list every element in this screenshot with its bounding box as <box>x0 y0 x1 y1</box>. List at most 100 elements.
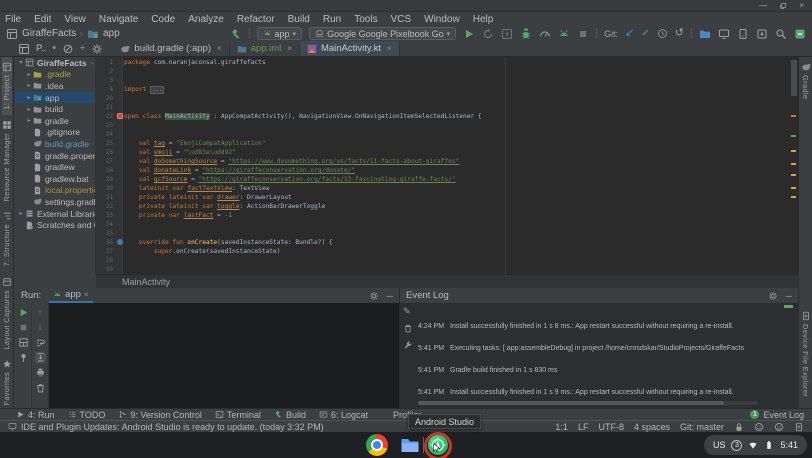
clear-icon[interactable] <box>35 382 46 393</box>
toolwindow-terminal[interactable]: Terminal <box>215 410 261 420</box>
close-icon[interactable]: × <box>799 2 804 10</box>
toolwindow-6-logcat[interactable]: 6: Logcat <box>319 410 368 420</box>
stripe-item-device-file-explorer[interactable]: Device File Explorer <box>801 306 811 402</box>
hammer-icon[interactable] <box>230 28 242 40</box>
close-icon[interactable]: × <box>287 44 292 53</box>
lock-icon[interactable] <box>734 422 744 432</box>
menu-vcs[interactable]: VCS <box>391 14 412 25</box>
pin-icon[interactable] <box>18 352 29 363</box>
event-log-entry[interactable]: 5:41 PM Gradle build finished in 1 s 830… <box>418 359 785 381</box>
minimize-icon[interactable]: — <box>759 2 767 10</box>
soft-wrap-icon[interactable] <box>35 337 46 348</box>
menu-code[interactable]: Code <box>151 14 175 25</box>
play-icon[interactable] <box>463 28 475 40</box>
rollback-icon[interactable]: ↺ <box>675 28 684 39</box>
menu-edit[interactable]: Edit <box>34 14 51 25</box>
gauge-icon[interactable] <box>539 28 551 40</box>
wrench-icon[interactable] <box>403 340 413 350</box>
monitor-icon[interactable] <box>718 28 730 40</box>
tab-app-iml[interactable]: app.iml × <box>230 41 300 56</box>
menu-run[interactable]: Run <box>323 14 341 25</box>
down-icon[interactable]: ↓ <box>35 322 46 333</box>
gear-icon[interactable] <box>768 291 778 301</box>
stop-icon[interactable] <box>18 322 29 333</box>
gear-icon[interactable] <box>91 43 103 55</box>
tree-item-scratches-and-consoles[interactable]: Scratches and Consoles <box>15 219 95 231</box>
code-editor[interactable]: 1package com.naranjaconsal.giraffefacts2… <box>96 57 798 274</box>
mark-read-icon[interactable]: ✎ <box>403 307 413 316</box>
tree-item-app[interactable]: ▸ app <box>15 92 95 104</box>
box-down-icon[interactable] <box>756 28 768 40</box>
stripe-item-1-project[interactable]: 1: Project <box>2 57 12 115</box>
status-segment[interactable]: LF <box>578 422 589 432</box>
tree-item-settings-gradle[interactable]: settings.gradle <box>15 196 95 208</box>
class-gutter-icon[interactable] <box>117 113 123 119</box>
up-icon[interactable]: ↑ <box>35 307 46 318</box>
bolt-dim-icon[interactable] <box>501 28 513 40</box>
project-view-selector[interactable]: P.. <box>36 43 46 54</box>
print-icon[interactable] <box>35 367 46 378</box>
project-view-icon[interactable] <box>18 43 30 55</box>
status-segment[interactable]: Git: master <box>680 422 724 432</box>
event-log-entry[interactable]: 5:41 PM Install successfully finished in… <box>418 381 785 403</box>
status-segment[interactable]: UTF-8 <box>598 422 624 432</box>
keyboard-layout[interactable]: US <box>713 440 726 450</box>
attach-debugger-icon[interactable] <box>558 28 570 40</box>
run-console-output[interactable] <box>49 303 399 408</box>
status-segment[interactable]: 4 spaces <box>634 422 670 432</box>
files-icon[interactable] <box>399 434 421 456</box>
scroll-to-end-icon[interactable] <box>35 352 46 363</box>
commit-icon[interactable]: ✓ <box>641 29 649 39</box>
stripe-item-resource-manager[interactable]: Resource Manager <box>2 115 12 207</box>
menu-view[interactable]: View <box>64 14 86 25</box>
gear-icon[interactable] <box>369 291 379 301</box>
toolwindow-build[interactable]: Build <box>274 410 306 420</box>
smiley-icon[interactable] <box>754 422 764 432</box>
tree-item-giraffefacts[interactable]: ▾ GiraffeFacts ~/S <box>15 57 95 69</box>
scrollbar-thumb[interactable] <box>791 60 797 96</box>
tree-item-gradle[interactable]: ▸ gradle <box>15 115 95 127</box>
editor-breadcrumb[interactable]: MainActivity <box>96 274 798 288</box>
tree-item-build-gradle[interactable]: build.gradle <box>15 138 95 150</box>
tree-item--idea[interactable]: ▸ .idea <box>15 80 95 92</box>
status-message[interactable]: IDE and Plugin Updates: Android Studio i… <box>8 422 324 432</box>
tree-item-gradle-properties[interactable]: gradle.properties <box>15 150 95 162</box>
override-gutter-icon[interactable] <box>117 239 123 245</box>
smiley-icon[interactable] <box>774 422 784 432</box>
device-selector[interactable]: Google Google Pixelbook Go▾ <box>309 27 456 40</box>
device-icon[interactable] <box>794 422 804 432</box>
menu-navigate[interactable]: Navigate <box>99 14 138 25</box>
horizontal-scrollbar[interactable] <box>418 401 758 405</box>
hide-icon[interactable] <box>62 43 74 55</box>
tree-item-gradlew[interactable]: gradlew <box>15 161 95 173</box>
rerun-icon[interactable] <box>18 307 29 318</box>
notif-box-icon[interactable] <box>794 28 806 40</box>
breadcrumb-project[interactable]: GiraffeFacts <box>22 28 76 39</box>
collapse-icon[interactable]: ÷ <box>80 44 86 54</box>
breadcrumb-module[interactable]: app <box>103 28 120 39</box>
stop-dim-icon[interactable] <box>577 28 589 40</box>
event-log-badge[interactable]: 1 Event Log <box>750 410 812 420</box>
stripe-item-7-structure[interactable]: 7: Structure <box>2 206 12 271</box>
minimize-icon[interactable]: ─ <box>786 291 792 301</box>
event-log-entry[interactable]: 5:41 PM Executing tasks: [:app:assembleD… <box>418 337 785 359</box>
minimize-icon[interactable]: ─ <box>387 291 393 301</box>
toolwindow-4-run[interactable]: 4: Run <box>16 410 55 420</box>
update-project-icon[interactable]: ↙ <box>625 28 634 39</box>
tab-build-gradle-app-[interactable]: build.gradle (:app) × <box>113 41 229 56</box>
system-tray[interactable]: US 3 5:41 <box>704 435 807 455</box>
clock[interactable]: 5:41 <box>780 440 798 450</box>
refresh-dim-icon[interactable] <box>482 28 494 40</box>
close-icon[interactable]: × <box>217 44 222 53</box>
close-icon[interactable]: × <box>387 44 392 53</box>
folder-blue-icon[interactable] <box>699 28 711 40</box>
menu-refactor[interactable]: Refactor <box>237 14 275 25</box>
chrome-icon[interactable] <box>366 434 388 456</box>
tree-item-build[interactable]: ▸ build <box>15 103 95 115</box>
menu-window[interactable]: Window <box>424 14 460 25</box>
tree-item--gradle[interactable]: ▸ .gradle <box>15 69 95 81</box>
notification-count[interactable]: 3 <box>731 440 742 451</box>
menu-file[interactable]: File <box>5 14 21 25</box>
menu-tools[interactable]: Tools <box>354 14 377 25</box>
tree-item-local-properties[interactable]: local.properties <box>15 185 95 197</box>
